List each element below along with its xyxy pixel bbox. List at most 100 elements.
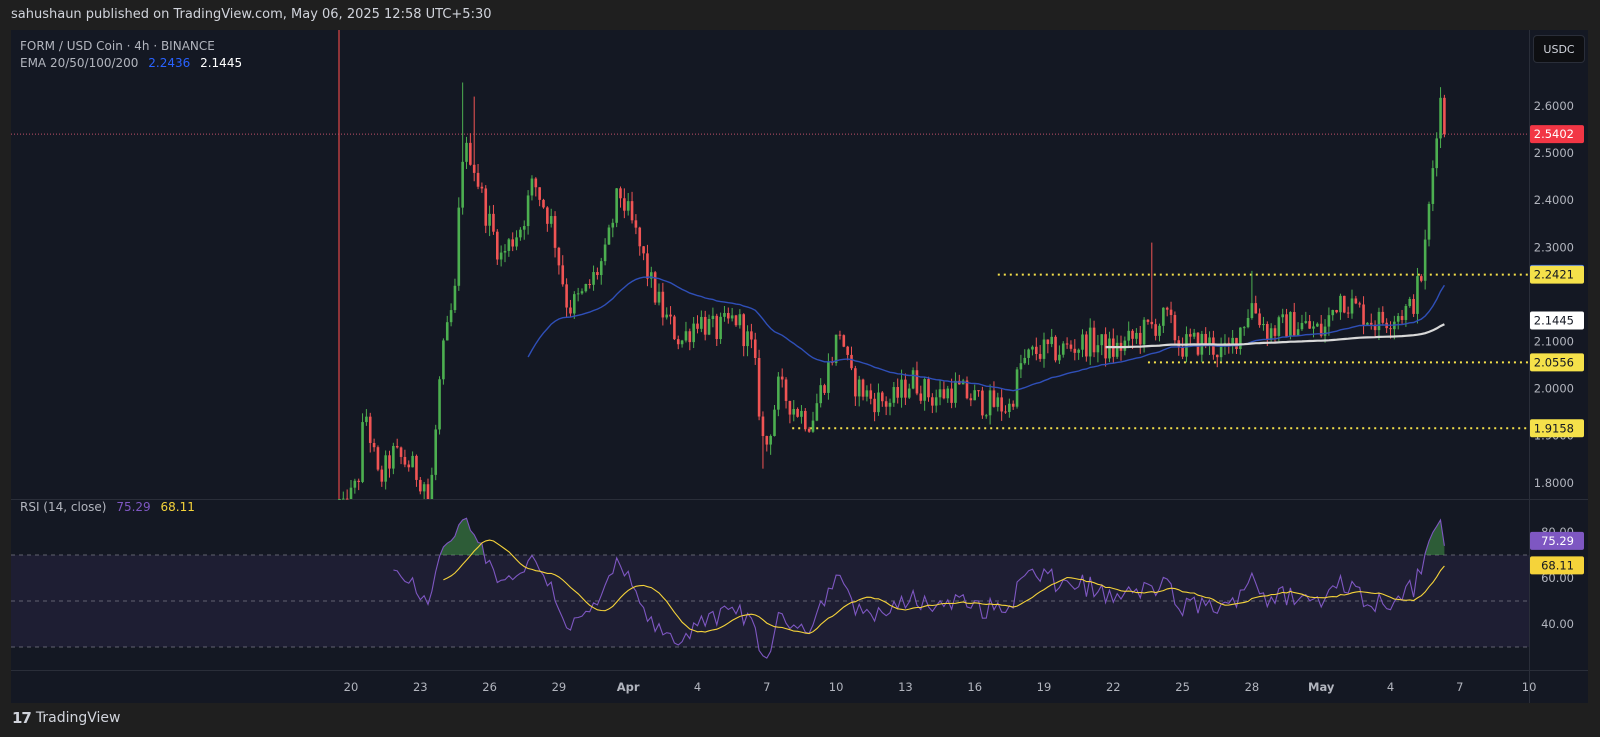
candle-body bbox=[519, 229, 522, 238]
candle-body bbox=[1277, 317, 1281, 336]
candle-body bbox=[827, 361, 830, 393]
candle-body bbox=[584, 283, 588, 292]
candle-body bbox=[599, 261, 603, 276]
candle-body bbox=[1250, 303, 1254, 319]
rsi-value: 75.29 bbox=[116, 500, 151, 514]
tradingview-logo[interactable]: 17 TradingView bbox=[12, 709, 120, 727]
candle-body bbox=[673, 316, 676, 340]
candle-body bbox=[888, 402, 892, 407]
time-tick-label: 13 bbox=[898, 680, 913, 694]
candle-body bbox=[800, 410, 803, 417]
rsi-ma-value: 68.11 bbox=[160, 500, 195, 514]
time-tick-label: May bbox=[1308, 680, 1335, 694]
time-tick-label: 4 bbox=[1387, 680, 1394, 694]
chart-canvas[interactable]: 2.60002.50002.40002.30002.10002.00001.90… bbox=[0, 0, 1600, 737]
candle-body bbox=[788, 400, 792, 415]
candle-body bbox=[1092, 327, 1096, 353]
candle-body bbox=[688, 331, 692, 343]
symbol-title[interactable]: FORM / USD Coin · 4h · BINANCE bbox=[20, 39, 215, 53]
candle-body bbox=[834, 334, 838, 364]
candle-body bbox=[1081, 334, 1084, 350]
candle-body bbox=[576, 293, 580, 295]
candle-body bbox=[607, 227, 611, 245]
candle-body bbox=[1162, 307, 1165, 326]
rsi-ma-tag: 68.11 bbox=[1541, 558, 1574, 572]
symbol-legend[interactable]: FORM / USD Coin · 4h · BINANCE bbox=[20, 39, 221, 53]
price-tag: 1.9158 bbox=[1534, 421, 1574, 435]
candle-body bbox=[1439, 97, 1442, 139]
time-tick-label: 10 bbox=[1522, 680, 1537, 694]
candle-body bbox=[1242, 327, 1246, 329]
candle-body bbox=[757, 358, 761, 417]
candle-body bbox=[338, 499, 341, 500]
candle-body bbox=[1273, 328, 1277, 336]
candle-body bbox=[445, 322, 449, 341]
candle-body bbox=[557, 247, 561, 266]
candle-body bbox=[384, 455, 387, 482]
candle-body bbox=[684, 331, 688, 341]
candle-body bbox=[942, 389, 946, 399]
ema-legend[interactable]: EMA 20/50/100/200 2.2436 2.1445 bbox=[20, 56, 248, 70]
candle-body bbox=[1323, 326, 1327, 336]
candle-body bbox=[380, 469, 384, 482]
candle-body bbox=[1192, 332, 1196, 337]
price-tick-label: 2.1000 bbox=[1534, 335, 1574, 349]
candle-body bbox=[1285, 314, 1288, 337]
candle-body bbox=[784, 379, 788, 401]
candle-body bbox=[892, 387, 896, 403]
candle-body bbox=[376, 447, 380, 470]
time-tick-label: 7 bbox=[763, 680, 770, 694]
candle-body bbox=[734, 315, 738, 326]
candle-body bbox=[1085, 334, 1088, 357]
candle-body bbox=[804, 410, 807, 429]
candle-body bbox=[1150, 321, 1154, 325]
candle-body bbox=[938, 389, 942, 398]
candle-body bbox=[1058, 354, 1061, 361]
candle-body bbox=[1350, 298, 1354, 314]
candle-body bbox=[469, 142, 472, 165]
candle-body bbox=[1327, 315, 1331, 327]
candle-body bbox=[395, 445, 399, 448]
candle-body bbox=[1088, 327, 1092, 357]
publish-info: sahushaun published on TradingView.com, … bbox=[11, 7, 492, 22]
candle-body bbox=[661, 291, 665, 318]
candle-body bbox=[842, 335, 846, 347]
candle-body bbox=[623, 198, 626, 211]
candle-body bbox=[823, 385, 826, 393]
candle-body bbox=[515, 237, 518, 247]
currency-button[interactable]: USDC bbox=[1533, 35, 1585, 63]
candle-body bbox=[992, 390, 996, 407]
candle-body bbox=[769, 435, 772, 445]
candle-body bbox=[465, 142, 468, 162]
candle-body bbox=[1189, 334, 1192, 337]
candle-body bbox=[1042, 339, 1046, 359]
candle-body bbox=[546, 207, 549, 224]
candle-body bbox=[407, 464, 411, 468]
candle-body bbox=[1420, 276, 1423, 281]
candle-body bbox=[1000, 397, 1003, 412]
price-tag: 2.0556 bbox=[1534, 355, 1574, 369]
candle-body bbox=[984, 415, 988, 417]
candle-body bbox=[1246, 318, 1250, 328]
candle-body bbox=[1346, 312, 1350, 314]
candle-body bbox=[349, 487, 353, 499]
candle-body bbox=[884, 401, 888, 407]
candle-body bbox=[580, 291, 584, 294]
candle-body bbox=[1169, 309, 1173, 316]
candle-body bbox=[449, 310, 453, 323]
candle-body bbox=[603, 244, 607, 262]
candle-body bbox=[730, 315, 734, 319]
candle-body bbox=[1289, 312, 1292, 337]
candle-body bbox=[742, 314, 745, 347]
candle-body bbox=[915, 370, 919, 394]
candle-body bbox=[419, 479, 422, 492]
candle-body bbox=[496, 231, 499, 260]
candle-body bbox=[669, 314, 672, 317]
candle-body bbox=[615, 188, 618, 223]
rsi-legend[interactable]: RSI (14, close) 75.29 68.11 bbox=[20, 500, 201, 514]
candle-body bbox=[503, 250, 507, 253]
candle-body bbox=[881, 392, 884, 402]
time-tick-label: 20 bbox=[344, 680, 359, 694]
candle-body bbox=[700, 316, 703, 329]
candle-body bbox=[1269, 328, 1273, 340]
